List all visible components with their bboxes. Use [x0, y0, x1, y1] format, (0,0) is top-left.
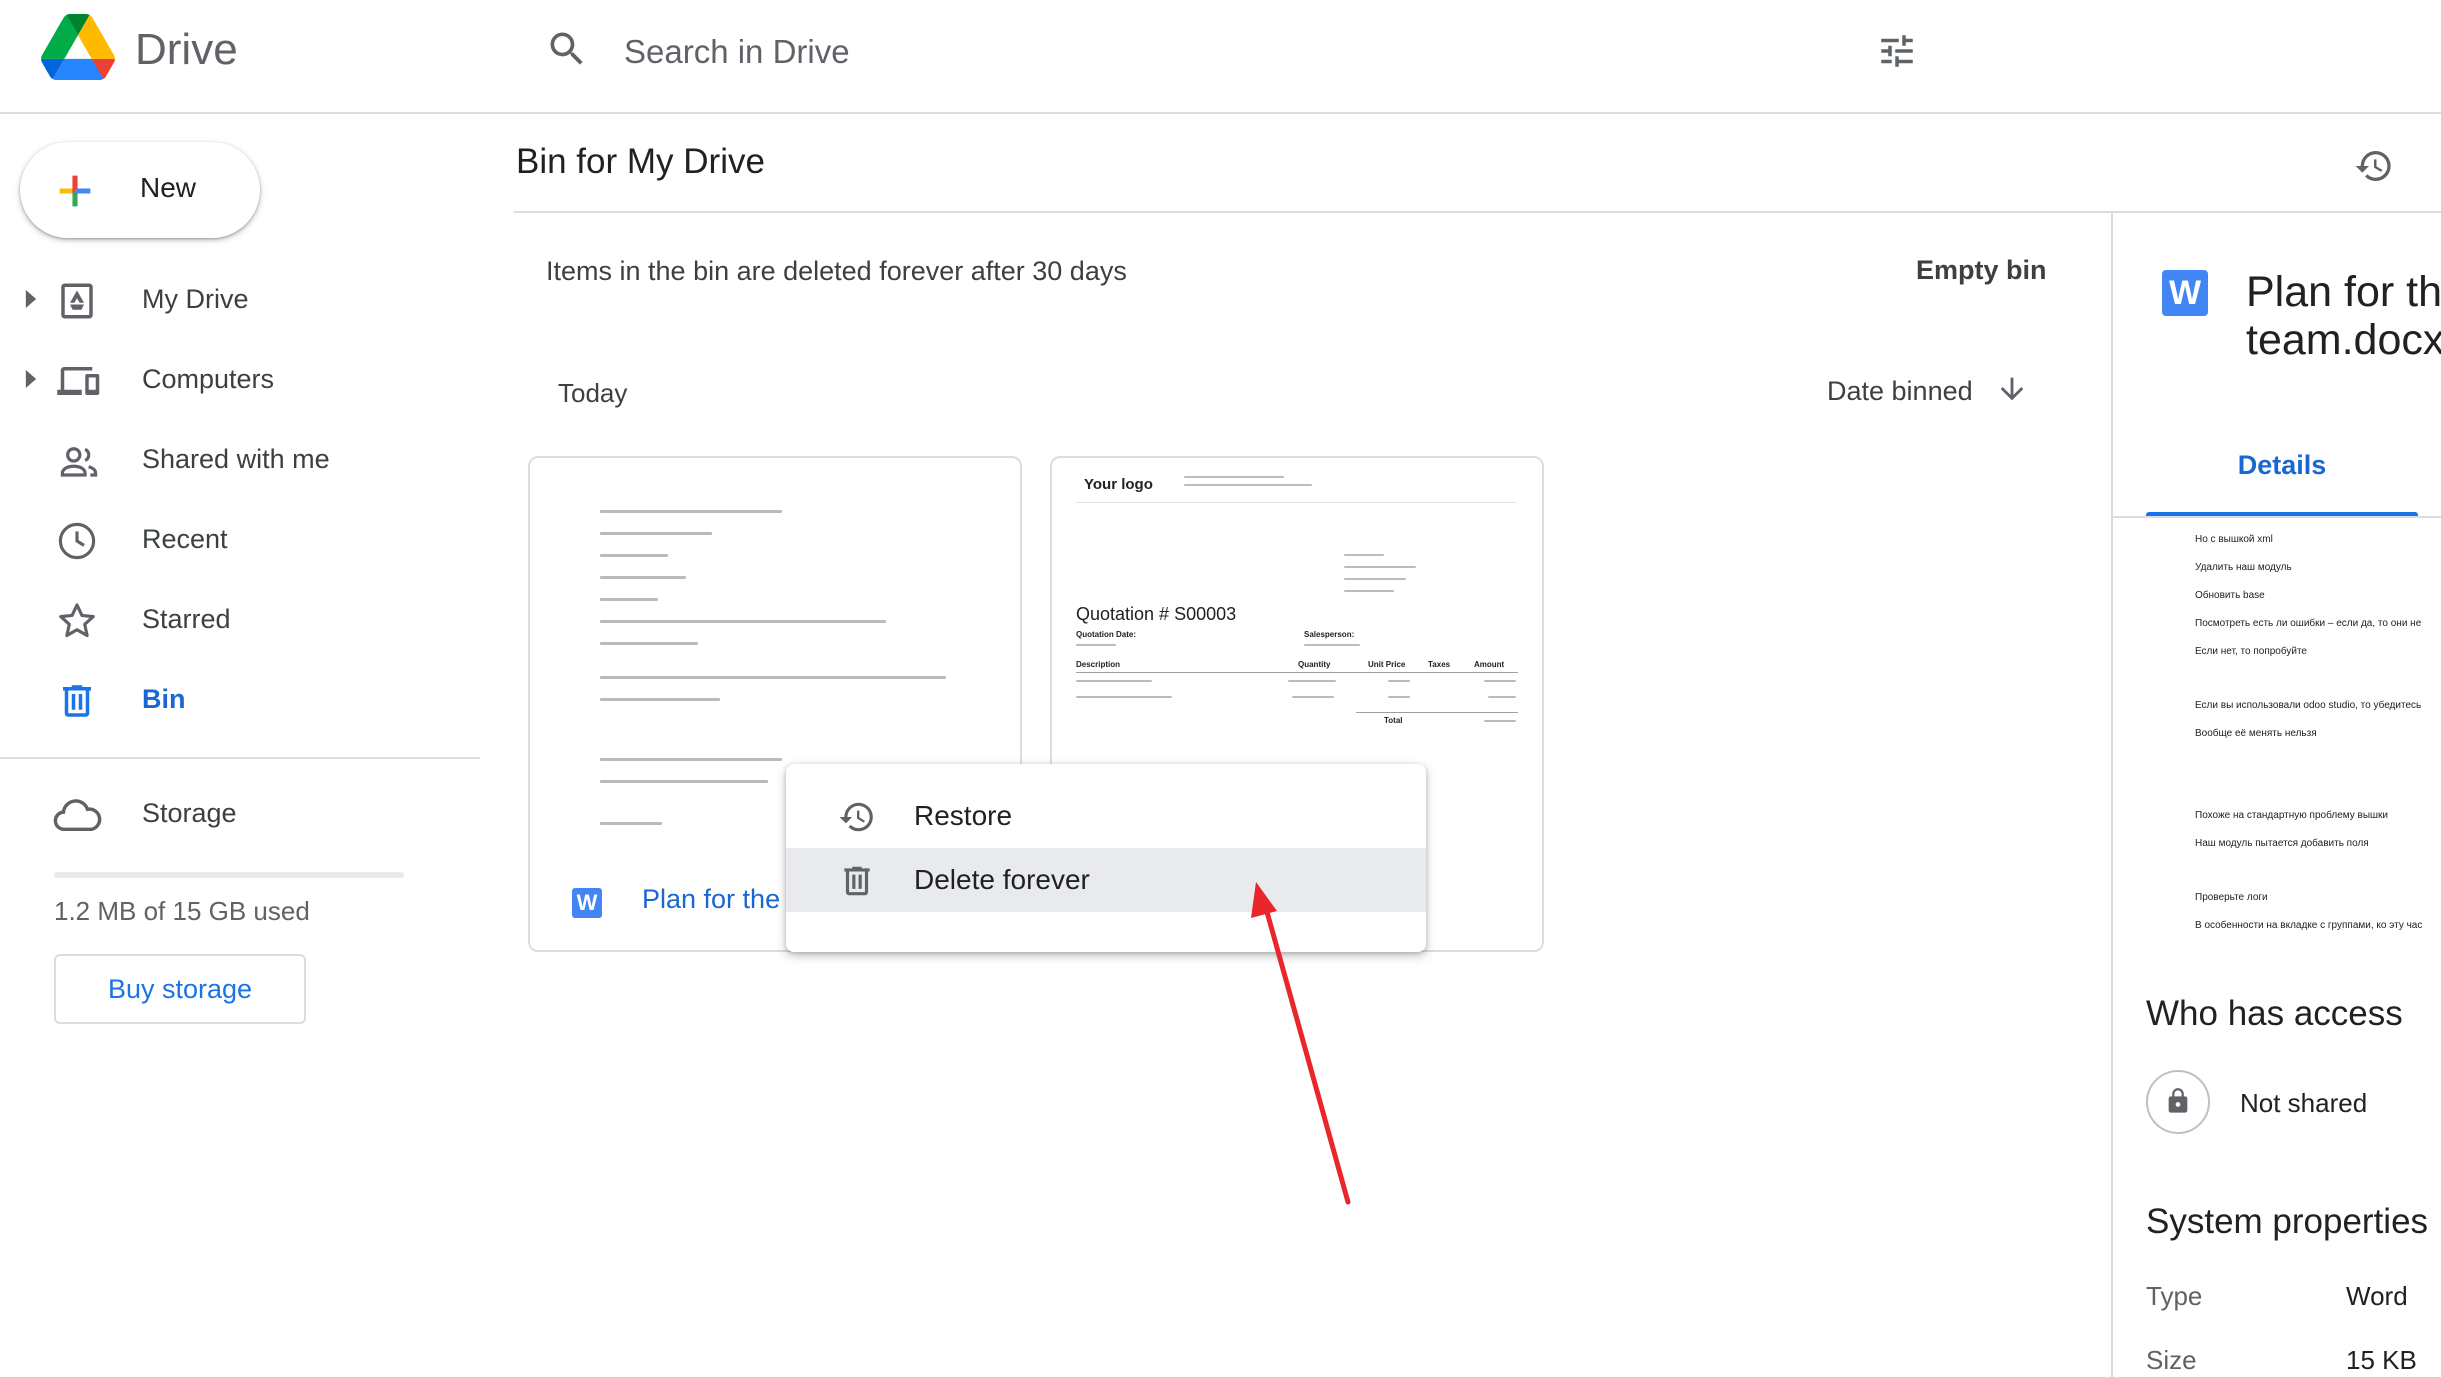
preview-line: Обновить base — [2195, 590, 2265, 601]
sidebar-item-label: Storage — [142, 798, 237, 828]
menu-item-restore[interactable]: Restore — [786, 784, 1426, 848]
word-file-icon: W — [572, 888, 602, 918]
sidebar-item-label: Shared with me — [142, 444, 330, 474]
search-options-icon[interactable] — [1876, 30, 1918, 72]
sidebar-item-label: My Drive — [142, 284, 249, 314]
sidebar-item-label: Bin — [142, 684, 186, 714]
search-icon[interactable] — [545, 27, 589, 71]
app-name: Drive — [135, 25, 238, 74]
file-name: Plan for the — [642, 884, 781, 914]
people-icon — [56, 440, 102, 482]
property-value-size: 15 KB — [2346, 1345, 2417, 1375]
lock-icon — [2146, 1070, 2210, 1134]
preview-column-amount: Amount — [1474, 660, 1505, 669]
menu-item-label: Restore — [914, 800, 1013, 831]
preview-total-label: Total — [1384, 716, 1403, 725]
page-title: Bin for My Drive — [516, 142, 765, 181]
preview-line: Если нет, то попробуйте — [2195, 646, 2307, 657]
preview-line: Проверьте логи — [2195, 892, 2268, 903]
sidebar-item-storage[interactable]: Storage — [0, 776, 480, 852]
preview-column-quantity: Quantity — [1298, 660, 1331, 669]
annotation-arrow-shaft — [1264, 909, 1351, 1205]
sidebar-divider — [0, 757, 480, 759]
cloud-icon — [52, 794, 102, 836]
property-label-type: Type — [2146, 1281, 2203, 1311]
storage-usage-bar — [54, 872, 404, 878]
preview-line: Наш модуль пытается добавить поля — [2195, 838, 2369, 849]
bin-retention-notice: Items in the bin are deleted forever aft… — [546, 256, 1127, 286]
preview-column-unit-price: Unit Price — [1368, 660, 1406, 669]
context-menu: Restore Delete forever — [786, 764, 1426, 952]
preview-line: Посмотреть есть ли ошибки – если да, то … — [2195, 618, 2422, 629]
drive-logo-icon[interactable] — [40, 14, 116, 80]
new-button[interactable]: New — [20, 142, 260, 238]
computers-icon — [56, 360, 104, 402]
sidebar-item-label: Recent — [142, 524, 228, 554]
sidebar-item-computers[interactable]: Computers — [0, 342, 480, 418]
clock-icon — [56, 520, 98, 562]
new-button-label: New — [140, 172, 197, 203]
empty-bin-button[interactable]: Empty bin — [1910, 254, 2053, 287]
sidebar-item-bin[interactable]: Bin — [0, 662, 480, 738]
sidebar-item-starred[interactable]: Starred — [0, 582, 480, 658]
property-value-type: Word — [2346, 1281, 2408, 1311]
who-has-access-heading: Who has access — [2146, 994, 2403, 1033]
group-label-today: Today — [558, 378, 628, 408]
system-properties-heading: System properties — [2146, 1202, 2429, 1241]
header-divider — [514, 211, 2441, 213]
access-status: Not shared — [2240, 1088, 2368, 1118]
storage-usage-text: 1.2 MB of 15 GB used — [54, 896, 310, 926]
preview-line: Удалить наш модуль — [2195, 562, 2292, 573]
preview-line: Но с вышкой xml — [2195, 534, 2273, 545]
trash-icon — [56, 680, 98, 722]
details-file-preview: Но с вышкой xml Удалить наш модуль Обнов… — [2113, 520, 2441, 940]
word-file-icon: W — [2162, 270, 2208, 316]
preview-line: Похоже на стандартную проблему вышки — [2195, 810, 2388, 821]
my-drive-icon — [56, 280, 98, 322]
sidebar-item-my-drive[interactable]: My Drive — [0, 262, 480, 338]
preview-line: Вообще её менять нельзя — [2195, 728, 2317, 739]
sort-by-date-binned[interactable]: Date binned — [1827, 376, 1973, 407]
top-bar: Drive — [0, 0, 2441, 114]
tab-bar-divider — [2113, 516, 2441, 518]
preview-quotation-date-label: Quotation Date: — [1076, 630, 1136, 639]
preview-salesperson-label: Salesperson: — [1304, 630, 1355, 639]
trash-icon — [838, 862, 876, 900]
tab-details[interactable]: Details — [2146, 450, 2418, 481]
preview-line: Если вы использовали odoo studio, то убе… — [2195, 700, 2422, 711]
star-icon — [56, 600, 98, 642]
preview-column-description: Description — [1076, 660, 1121, 669]
preview-column-taxes: Taxes — [1428, 660, 1451, 669]
property-label-size: Size — [2146, 1345, 2197, 1375]
expand-caret-icon[interactable] — [24, 290, 38, 308]
plus-icon — [52, 168, 98, 214]
sidebar-item-recent[interactable]: Recent — [0, 502, 480, 578]
search-input[interactable] — [622, 26, 1826, 78]
sort-direction-arrow-down-icon[interactable] — [1995, 372, 2029, 406]
sidebar-item-label: Starred — [142, 604, 231, 634]
sidebar-item-shared-with-me[interactable]: Shared with me — [0, 422, 480, 498]
restore-icon — [838, 798, 876, 836]
menu-item-label: Delete forever — [914, 864, 1090, 895]
expand-caret-icon[interactable] — [24, 370, 38, 388]
details-file-title: Plan for the team.docx — [2246, 268, 2441, 364]
preview-logo-text: Your logo — [1084, 476, 1153, 493]
activity-history-icon[interactable] — [2354, 146, 2394, 186]
menu-item-delete-forever[interactable]: Delete forever — [786, 848, 1426, 912]
buy-storage-button[interactable]: Buy storage — [54, 954, 306, 1024]
sidebar-item-label: Computers — [142, 364, 275, 394]
preview-line: В особенности на вкладке с группами, ко … — [2195, 920, 2423, 931]
preview-quotation-title: Quotation # S00003 — [1076, 604, 1237, 624]
